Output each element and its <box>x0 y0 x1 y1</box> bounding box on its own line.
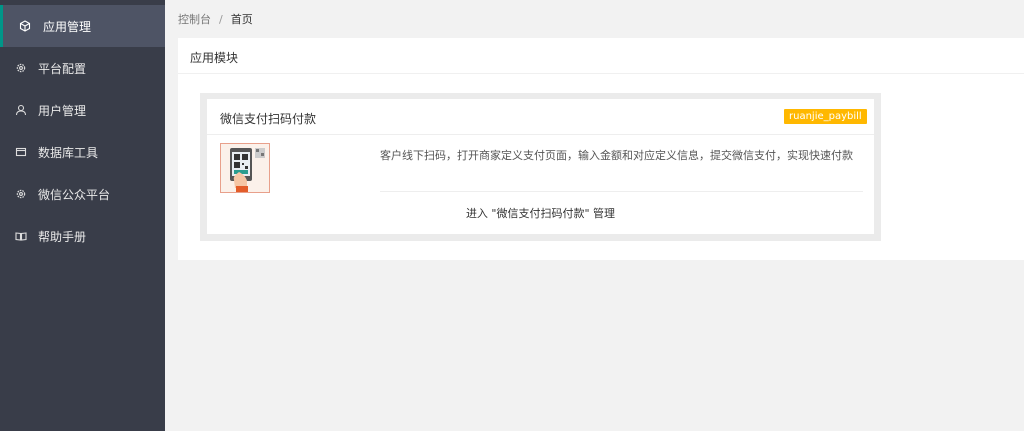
qr-phone-scan-image <box>220 143 270 193</box>
sidebar-item-label: 平台配置 <box>38 61 87 76</box>
card-divider <box>380 191 863 192</box>
database-icon <box>15 146 27 158</box>
card-title: 微信支付扫码付款 <box>220 112 317 126</box>
module-id-badge: ruanjie_paybill <box>784 109 867 124</box>
card-header: 微信支付扫码付款 ruanjie_paybill <box>207 99 874 135</box>
sidebar-item-label: 微信公众平台 <box>38 187 111 202</box>
sidebar-item-user-management[interactable]: 用户管理 <box>0 89 165 131</box>
gear-icon <box>15 62 27 74</box>
sidebar-item-wechat-platform[interactable]: 微信公众平台 <box>0 173 165 215</box>
breadcrumb-separator: / <box>219 13 223 26</box>
module-card: 微信支付扫码付款 ruanjie_paybill 客户线下扫码，打开商家定义支付… <box>207 99 874 234</box>
panel-header: 应用模块 <box>178 38 1024 74</box>
breadcrumb: 控制台 / 首页 <box>178 11 253 27</box>
cube-icon <box>19 20 31 32</box>
enter-module-link[interactable]: 进入 "微信支付扫码付款" 管理 <box>207 205 874 221</box>
user-icon <box>15 104 27 116</box>
sidebar: 应用管理 平台配置 用户管理 数据库工具 微信公众平台 帮助手册 <box>0 0 165 431</box>
app-module-panel: 应用模块 微信支付扫码付款 ruanjie_paybill 客户线下扫码，打开商… <box>178 38 1024 260</box>
breadcrumb-current: 首页 <box>230 13 253 26</box>
breadcrumb-link-console[interactable]: 控制台 <box>178 13 211 26</box>
module-card-frame: 微信支付扫码付款 ruanjie_paybill 客户线下扫码，打开商家定义支付… <box>200 93 881 241</box>
sidebar-item-help-manual[interactable]: 帮助手册 <box>0 215 165 257</box>
sidebar-item-database-tools[interactable]: 数据库工具 <box>0 131 165 173</box>
panel-title: 应用模块 <box>190 51 239 65</box>
gear-icon <box>15 188 27 200</box>
card-description: 客户线下扫码，打开商家定义支付页面，输入金额和对应定义信息，提交微信支付，实现快… <box>380 149 853 162</box>
sidebar-item-app-management[interactable]: 应用管理 <box>0 5 165 47</box>
sidebar-item-label: 数据库工具 <box>38 145 99 160</box>
sidebar-item-label: 应用管理 <box>43 19 92 34</box>
sidebar-item-label: 用户管理 <box>38 103 87 118</box>
sidebar-item-label: 帮助手册 <box>38 229 87 244</box>
sidebar-item-platform-config[interactable]: 平台配置 <box>0 47 165 89</box>
book-icon <box>15 230 27 242</box>
